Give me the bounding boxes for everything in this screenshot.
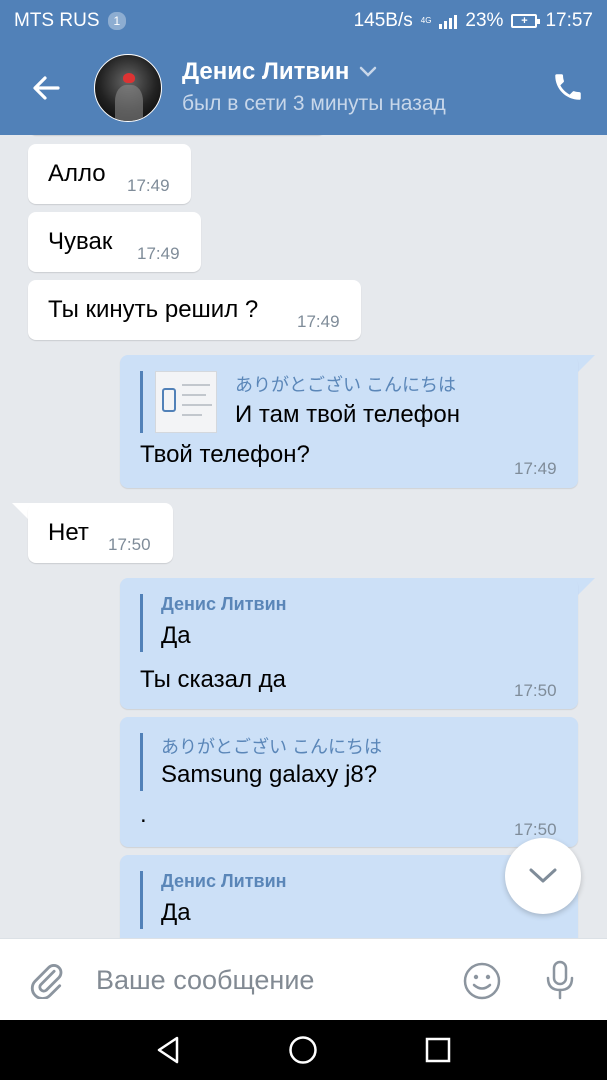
message-time: 17:50 <box>514 681 557 700</box>
square-recents-icon <box>425 1037 451 1063</box>
nav-home-button[interactable] <box>287 1034 319 1066</box>
message-text: Чувак <box>48 228 113 255</box>
network-type: 4G <box>420 16 432 25</box>
message-bubble-outgoing[interactable]: ありがとござい こんにちは Samsung galaxy j8? . 17:50 <box>120 717 578 847</box>
network-speed: 145B/s <box>353 10 413 31</box>
message-time: 17:49 <box>137 244 180 263</box>
message-text: Ты сказал да <box>140 666 287 693</box>
message-time: 17:50 <box>514 820 557 839</box>
signal-icon <box>439 13 458 29</box>
chevron-down-icon <box>360 66 377 77</box>
sim-badge: 1 <box>107 12 127 30</box>
emoji-button[interactable] <box>462 961 502 1001</box>
battery-percent: 23% <box>465 10 504 31</box>
nav-recents-button[interactable] <box>422 1034 454 1066</box>
reply-text: Да <box>161 622 191 649</box>
message-bubble-incoming[interactable]: Нет 17:50 <box>28 503 173 563</box>
contact-status: был в сети 3 минуты назад <box>182 92 446 115</box>
message-text: Алло <box>48 160 106 187</box>
message-text: Ты кинуть решил ? <box>48 296 259 323</box>
triangle-back-icon <box>157 1036 179 1064</box>
attach-button[interactable] <box>28 961 66 1000</box>
message-time: 17:49 <box>297 312 340 331</box>
reply-text: Samsung galaxy j8? <box>161 761 378 788</box>
scroll-to-bottom-button[interactable] <box>505 838 581 914</box>
reply-author: ありがとござい こんにちは <box>161 737 382 757</box>
voice-message-button[interactable] <box>541 959 579 1001</box>
status-bar: MTS RUS 1 145B/s 4G 23% + 17:57 <box>0 0 607 40</box>
message-list[interactable]: Алло 17:49 Чувак 17:49 Ты кинуть решил ?… <box>0 135 607 938</box>
call-button[interactable] <box>551 70 585 104</box>
arrow-left-icon <box>33 76 60 100</box>
contact-name: Денис Литвин <box>182 58 350 85</box>
message-time: 17:50 <box>108 535 151 554</box>
clock: 17:57 <box>545 10 593 31</box>
message-input[interactable] <box>96 959 436 1001</box>
reply-author: Денис Литвин <box>161 871 287 891</box>
chat-header: Денис Литвин был в сети 3 минуты назад <box>0 40 607 135</box>
message-bubble-incoming[interactable]: Ты кинуть решил ? 17:49 <box>28 280 361 340</box>
reply-text: И там твой телефон <box>235 401 461 428</box>
avatar[interactable] <box>94 54 162 122</box>
nav-back-button[interactable] <box>153 1034 185 1066</box>
message-bubble-incoming[interactable]: Алло 17:49 <box>28 144 191 204</box>
contact-name-button[interactable]: Денис Литвин <box>182 58 377 86</box>
reply-author: ありがとござい こんにちは <box>235 375 456 395</box>
message-time: 17:49 <box>127 176 170 195</box>
message-text: Нет <box>48 519 89 546</box>
reply-quote[interactable]: ありがとござい こんにちは Samsung galaxy j8? <box>140 733 382 791</box>
carrier-name: MTS RUS <box>14 10 100 31</box>
circle-home-icon <box>289 1036 317 1064</box>
message-bubble-incoming[interactable]: Чувак 17:49 <box>28 212 201 272</box>
message-text: Твой телефон? <box>140 441 310 468</box>
chevron-down-icon <box>529 868 557 883</box>
message-composer <box>0 938 607 1020</box>
reply-quote[interactable]: Денис Литвин Да <box>140 594 287 652</box>
back-button[interactable] <box>28 70 64 106</box>
message-text: . <box>140 801 147 828</box>
system-nav-bar <box>0 1020 607 1080</box>
reply-text: Да <box>161 899 191 926</box>
reply-quote[interactable]: ありがとござい こんにちは И там твой телефон <box>140 371 460 433</box>
reply-author: Денис Литвин <box>161 594 287 614</box>
microphone-icon <box>546 960 574 1000</box>
message-bubble-outgoing[interactable]: ありがとござい こんにちは И там твой телефон Твой те… <box>120 355 578 488</box>
message-time: 17:49 <box>514 459 557 478</box>
phone-icon <box>555 74 581 100</box>
reply-quote[interactable]: Денис Литвин Да <box>140 871 287 929</box>
battery-charging-icon: + <box>511 14 541 28</box>
message-bubble-outgoing[interactable]: Денис Литвин Да Ты сказал да 17:50 <box>120 578 578 709</box>
smile-icon <box>463 962 501 1000</box>
paperclip-icon <box>30 963 63 1000</box>
reply-thumbnail <box>155 371 217 433</box>
